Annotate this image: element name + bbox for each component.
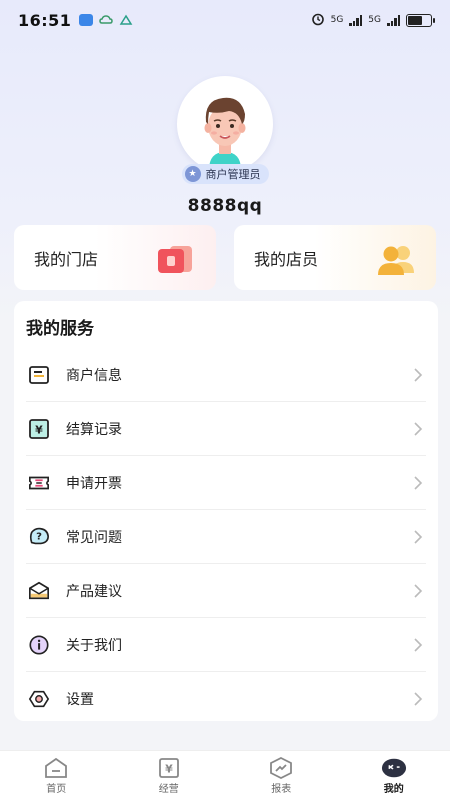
status-time: 16:51 [18, 10, 72, 30]
settlement-icon: ¥ [28, 418, 50, 440]
chevron-right-icon [410, 421, 426, 437]
app-notification-icon [119, 11, 133, 30]
service-label: 设置 [66, 692, 94, 708]
service-label: 商户信息 [66, 367, 122, 384]
service-label: 结算记录 [66, 421, 122, 438]
chevron-right-icon [410, 475, 426, 491]
tab-label: 我的 [383, 783, 404, 795]
username: 8888qq [187, 196, 263, 216]
notification-icons [79, 11, 133, 30]
tab-mine[interactable]: 我的 [338, 751, 450, 800]
network-label-2: 5G [368, 15, 381, 25]
settings-icon [28, 688, 50, 710]
tab-home[interactable]: 首页 [0, 751, 113, 800]
service-label: 产品建议 [66, 583, 122, 600]
status-bar: 16:51 5G 5G [0, 0, 450, 40]
svg-text:¥: ¥ [165, 762, 173, 775]
status-right: 5G 5G [311, 12, 435, 29]
services-panel: 我的服务 商户信息 ¥ 结算记录 申请开票 ? 常见问题 产品建议 关于我们 设… [14, 301, 438, 721]
chevron-right-icon [410, 691, 426, 707]
bottom-tabbar: 首页 ¥ 经营 报表 我的 [0, 750, 450, 800]
home-icon [43, 757, 69, 779]
role-badge: ★ 商户管理员 [181, 164, 269, 184]
star-icon: ★ [184, 166, 201, 182]
my-staff-label: 我的店员 [254, 249, 319, 269]
tab-report[interactable]: 报表 [225, 751, 338, 800]
about-icon [28, 634, 50, 656]
signal-icon-1 [349, 14, 363, 26]
store-icon [156, 243, 194, 275]
tab-label: 经营 [158, 783, 179, 795]
my-store-label: 我的门店 [34, 249, 99, 269]
chevron-right-icon [410, 367, 426, 383]
alarm-icon [311, 12, 325, 29]
service-item-settings[interactable]: 设置 [26, 672, 426, 726]
service-item-faq[interactable]: ? 常见问题 [26, 510, 426, 564]
chevron-right-icon [410, 529, 426, 545]
service-label: 关于我们 [66, 637, 122, 654]
invoice-icon [28, 472, 50, 494]
cloud-notification-icon [99, 11, 114, 30]
svg-text:¥: ¥ [35, 423, 43, 436]
tab-business[interactable]: ¥ 经营 [113, 751, 226, 800]
report-icon [268, 756, 294, 779]
my-staff-card[interactable]: 我的店员 [234, 225, 436, 290]
faq-icon: ? [28, 526, 50, 548]
tab-label: 报表 [271, 783, 292, 795]
message-notification-icon [79, 14, 94, 26]
chevron-right-icon [410, 637, 426, 653]
network-label-1: 5G [330, 15, 344, 25]
avatar-illustration [179, 78, 271, 170]
suggestion-icon [28, 580, 50, 602]
battery-fill [408, 15, 422, 25]
service-label: 申请开票 [66, 475, 122, 492]
avatar[interactable] [177, 76, 273, 172]
svg-text:?: ? [36, 531, 42, 542]
service-item-settlement[interactable]: ¥ 结算记录 [26, 402, 426, 456]
merchant-info-icon [28, 364, 50, 386]
my-store-card[interactable]: 我的门店 [14, 225, 216, 290]
service-item-suggestion[interactable]: 产品建议 [26, 564, 426, 618]
staff-icon [376, 243, 414, 275]
role-label: 商户管理员 [205, 168, 261, 181]
tab-label: 首页 [46, 783, 67, 795]
quick-cards: 我的门店 我的店员 [14, 225, 436, 290]
chevron-right-icon [410, 583, 426, 599]
service-item-about[interactable]: 关于我们 [26, 618, 426, 672]
signal-icon-2 [387, 14, 400, 26]
battery-icon [406, 13, 435, 27]
services-title: 我的服务 [26, 319, 94, 339]
profile-section: ★ 商户管理员 8888qq [0, 76, 450, 216]
service-item-merchant-info[interactable]: 商户信息 [26, 348, 426, 402]
service-label: 常见问题 [66, 529, 122, 546]
mine-icon [381, 757, 407, 779]
business-icon: ¥ [156, 757, 182, 779]
service-item-invoice[interactable]: 申请开票 [26, 456, 426, 510]
